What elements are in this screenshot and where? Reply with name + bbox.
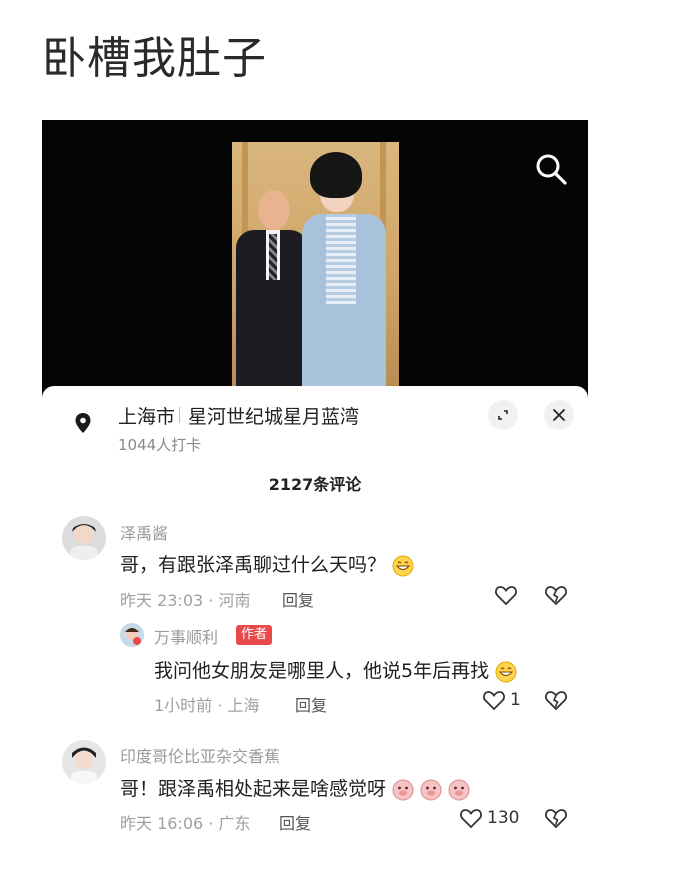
person-left-head — [258, 190, 290, 230]
person-right-hair — [310, 152, 362, 198]
grin-emoji — [495, 661, 517, 682]
video-frame — [232, 142, 399, 390]
like-button[interactable]: 130 — [459, 807, 519, 829]
comment-text-body: 我问他女朋友是哪里人，他说5年后再找 — [154, 660, 490, 682]
like-count: 1 — [510, 690, 521, 710]
comment-username[interactable]: 泽禹酱 — [120, 520, 168, 544]
avatar[interactable] — [62, 740, 106, 784]
person-right-jacket-trim — [326, 214, 356, 304]
heart-icon — [483, 691, 505, 711]
location-checkins: 1044人打卡 — [118, 436, 202, 454]
comment-text-body: 哥！跟泽禹相处起来是啥感觉呀 — [120, 778, 387, 800]
comment-meta: 昨天 23:03 · 河南 — [120, 591, 251, 610]
broken-heart-icon[interactable] — [544, 807, 568, 829]
comment-count: 2127条评论 — [268, 475, 362, 494]
comment-meta: 昨天 16:06 · 广东 — [120, 814, 251, 833]
avatar-image — [62, 740, 106, 784]
like-button[interactable]: 1 — [482, 689, 521, 711]
avatar-image — [62, 516, 106, 560]
heart-icon — [495, 586, 517, 606]
comment-text[interactable]: 哥，有跟张泽禹聊过什么天吗？ — [120, 550, 414, 577]
close-icon — [553, 409, 565, 421]
pig-emoji — [392, 779, 414, 800]
reply-button[interactable]: 回复 — [279, 810, 311, 834]
like-button[interactable] — [494, 584, 522, 606]
comment-username[interactable]: 印度哥伦比亚杂交香蕉 — [120, 743, 280, 767]
pig-emoji — [448, 779, 470, 800]
like-count: 130 — [487, 808, 520, 828]
avatar-image — [120, 623, 144, 647]
scroll-fade — [42, 843, 588, 883]
broken-heart-icon[interactable] — [544, 584, 568, 606]
reply-button[interactable]: 回复 — [282, 587, 314, 611]
heart-icon — [460, 809, 482, 829]
location-pin-icon — [75, 413, 91, 433]
location-place[interactable]: 星河世纪城星月蓝湾 — [188, 402, 359, 429]
expand-icon — [498, 410, 508, 420]
comment-username[interactable]: 万事顺利 — [154, 624, 218, 648]
video-player[interactable] — [42, 120, 588, 410]
broken-heart-icon[interactable] — [544, 689, 568, 711]
comments-sheet: 上海市 星河世纪城星月蓝湾 1044人打卡 2127条评论 泽禹酱 哥，有跟张泽… — [42, 386, 588, 883]
avatar[interactable] — [62, 516, 106, 560]
location-city[interactable]: 上海市 — [118, 402, 175, 429]
reply-button[interactable]: 回复 — [295, 692, 327, 716]
expand-button[interactable] — [488, 400, 518, 430]
comment-meta: 1小时前 · 上海 — [154, 696, 260, 715]
location-separator — [179, 407, 180, 423]
grin-emoji — [392, 555, 414, 576]
author-badge: 作者 — [236, 625, 273, 645]
post-title: 卧槽我肚子 — [42, 33, 267, 84]
avatar[interactable] — [120, 623, 144, 647]
comment-text-body: 哥，有跟张泽禹聊过什么天吗？ — [120, 554, 387, 576]
pig-emoji — [420, 779, 442, 800]
comment-text[interactable]: 哥！跟泽禹相处起来是啥感觉呀 — [120, 774, 470, 801]
person-left-tie — [269, 234, 277, 280]
close-button[interactable] — [544, 400, 574, 430]
search-icon[interactable] — [534, 152, 568, 186]
comment-text[interactable]: 我问他女朋友是哪里人，他说5年后再找 — [154, 656, 517, 683]
